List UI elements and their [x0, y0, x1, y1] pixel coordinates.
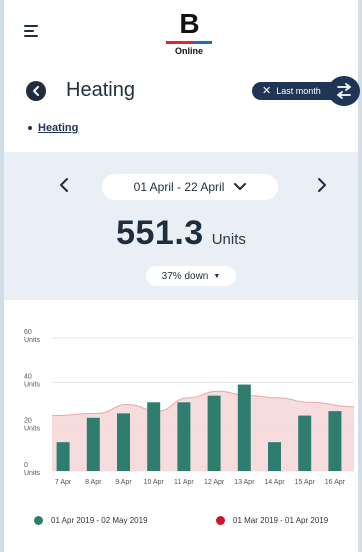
change-text: 37% down: [161, 270, 209, 282]
bar-11-apr: [177, 402, 191, 471]
legend-item-previous: 01 Mar 2019 - 01 Apr 2019: [216, 516, 328, 525]
legend-swatch-previous: [216, 516, 225, 525]
app-screen: B Online Heating ✕ Last month Heating 01…: [0, 0, 362, 552]
y-tick-label: 40: [24, 373, 32, 380]
usage-chart: 60Units40Units20Units0Units7 Apr 8 Apr 9 A…: [24, 329, 355, 486]
next-period-button[interactable]: [312, 176, 330, 194]
triangle-down-icon: ▼: [213, 272, 221, 280]
back-button[interactable]: [26, 81, 46, 101]
summary-panel: 01 April - 22 April 551.3 Units 37% down …: [4, 152, 358, 300]
x-tick-label: 7 Apr: [55, 479, 72, 486]
bar-15-apr: [298, 415, 312, 471]
chevron-left-icon: [33, 86, 39, 96]
top-bar: B Online: [4, 0, 358, 64]
x-tick-label: 11 Apr: [174, 479, 194, 486]
total-value: 551.3: [116, 214, 204, 252]
x-tick-label: 8 Apr: [85, 479, 102, 486]
x-tick-label: 13 Apr: [234, 479, 255, 486]
x-tick-label: 10 Apr: [144, 479, 165, 486]
y-tick-unit: Units: [24, 426, 40, 433]
bar-14-apr: [268, 442, 281, 471]
usage-chart-card: 60 Units 40 Units 20 Units 0 Units 7 Apr 8 Apr 9 A…: [4, 308, 358, 552]
brand-logo[interactable]: B Online: [164, 10, 214, 60]
bar-13-apr: [237, 384, 251, 471]
bar-12-apr: [207, 395, 221, 471]
legend-label-current: 01 Apr 2019 - 02 May 2019: [51, 516, 148, 525]
bar-9-apr: [117, 413, 130, 471]
date-range-label: 01 April - 22 April: [133, 180, 225, 194]
y-tick-label: 20: [24, 418, 32, 425]
chevron-right-icon: [318, 178, 326, 192]
close-icon[interactable]: ✕: [262, 85, 271, 97]
logo-subtitle: Online: [174, 46, 203, 56]
x-tick-label: 16 Apr: [325, 479, 346, 486]
breadcrumb-link-heating[interactable]: Heating: [38, 122, 78, 134]
bar-16-apr: [328, 411, 342, 471]
bar-8-apr: [86, 417, 100, 471]
total-unit: Units: [211, 231, 246, 248]
legend-label-previous: 01 Mar 2019 - 01 Apr 2019: [233, 516, 329, 525]
hamburger-menu-icon[interactable]: [24, 24, 40, 38]
x-tick-label: 9 Apr: [115, 479, 132, 486]
y-tick-label: 60: [24, 329, 32, 336]
change-badge: 37% down ▼: [146, 266, 236, 286]
total-usage: 551.3 Units: [4, 214, 358, 253]
bar-10-apr: [147, 402, 161, 471]
logo-letter: B: [179, 8, 199, 39]
logo-stripe: [166, 41, 212, 45]
chart-legend: 01 Apr 2019 - 02 May 2019 01 Mar 2019 - …: [4, 516, 358, 532]
y-tick-unit: Units: [24, 337, 40, 344]
legend-swatch-current: [34, 516, 43, 525]
chevron-down-icon: [234, 183, 247, 190]
compare-swap-button[interactable]: [328, 76, 360, 106]
bar-7-apr: [56, 442, 70, 471]
swap-arrows-icon: [337, 83, 351, 99]
x-tick-label: 12 Apr: [204, 479, 225, 486]
y-tick-unit: Units: [24, 470, 40, 477]
chevron-left-icon: [60, 178, 68, 192]
date-range-select[interactable]: 01 April - 22 April: [102, 174, 278, 200]
x-tick-label: 15 Apr: [295, 479, 316, 486]
page-title: Heating: [66, 79, 135, 101]
y-tick-label: 0: [24, 462, 28, 469]
previous-period-button[interactable]: [56, 176, 74, 194]
y-tick-unit: Units: [24, 381, 40, 388]
legend-item-current: 01 Apr 2019 - 02 May 2019: [34, 516, 148, 525]
breadcrumb: Heating: [28, 122, 78, 134]
bullet-dot: [28, 126, 32, 130]
filter-chip-label: Last month: [276, 86, 321, 96]
x-tick-label: 14 Apr: [264, 479, 285, 486]
